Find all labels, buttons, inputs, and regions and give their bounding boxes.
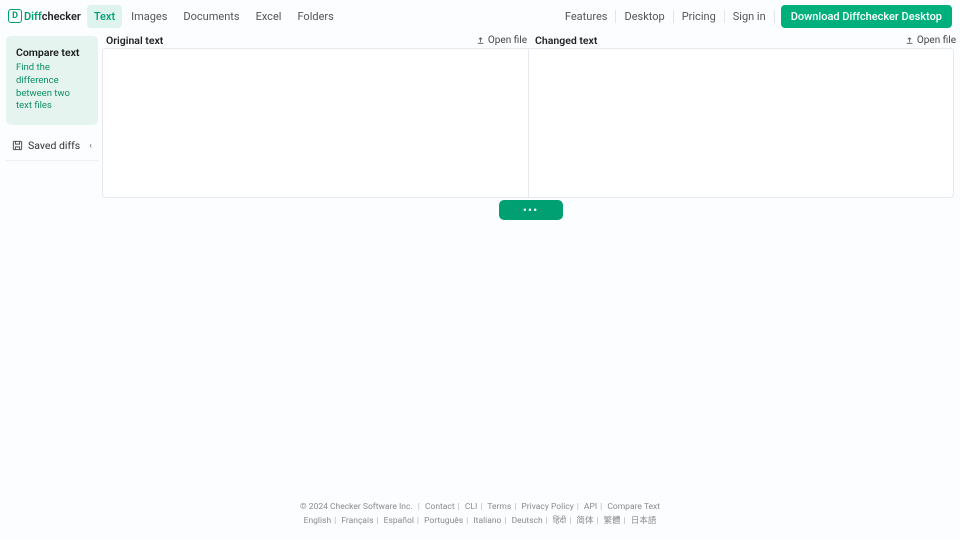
editor-area: Original text Open file Changed text Ope…: [102, 32, 960, 500]
lang-japanese[interactable]: 日本語: [631, 516, 657, 526]
nav-folders[interactable]: Folders: [290, 5, 340, 28]
action-row: •••: [102, 200, 960, 220]
find-difference-button[interactable]: •••: [499, 200, 563, 220]
nav-secondary: Features Desktop Pricing Sign in Downloa…: [557, 5, 952, 28]
upload-icon: [905, 36, 914, 45]
footer-privacy[interactable]: Privacy Policy: [521, 502, 573, 512]
logo-text-diff: Diff: [24, 10, 42, 23]
pane-headers: Original text Open file Changed text Ope…: [102, 32, 960, 48]
lang-english[interactable]: English: [304, 516, 332, 526]
lang-francais[interactable]: Français: [341, 516, 373, 526]
original-textarea[interactable]: [103, 49, 528, 197]
chevron-left-icon: ‹: [89, 141, 92, 151]
original-header: Original text Open file: [102, 32, 531, 48]
download-desktop-button[interactable]: Download Diffchecker Desktop: [781, 5, 952, 28]
footer-links-row: © 2024 Checker Software Inc. | Contact| …: [0, 502, 960, 512]
nav-documents[interactable]: Documents: [176, 5, 246, 28]
footer-contact[interactable]: Contact: [425, 502, 455, 512]
nav-features[interactable]: Features: [557, 10, 617, 23]
main: Compare text Find the difference between…: [0, 32, 960, 500]
footer-api[interactable]: API: [584, 502, 597, 512]
nav-pricing[interactable]: Pricing: [674, 10, 725, 23]
sidebar-panel-desc: Find the difference between two text fil…: [16, 62, 88, 113]
sidebar: Compare text Find the difference between…: [0, 32, 102, 500]
lang-traditional-chinese[interactable]: 繁體: [604, 516, 621, 526]
changed-header: Changed text Open file: [531, 32, 960, 48]
lang-espanol[interactable]: Español: [384, 516, 414, 526]
lang-deutsch[interactable]: Deutsch: [512, 516, 543, 526]
logo-text-checker: checker: [42, 10, 81, 23]
open-file-changed-label: Open file: [917, 35, 956, 46]
upload-icon: [476, 36, 485, 45]
nav-images[interactable]: Images: [124, 5, 174, 28]
original-pane: [103, 49, 528, 197]
topbar: D Diffchecker Text Images Documents Exce…: [0, 0, 960, 32]
lang-hindi[interactable]: हिंदी: [553, 516, 566, 526]
lang-portugues[interactable]: Português: [424, 516, 463, 526]
changed-textarea[interactable]: [529, 49, 954, 197]
logo[interactable]: D Diffchecker: [8, 9, 81, 23]
logo-badge-icon: D: [8, 9, 22, 23]
nav-desktop[interactable]: Desktop: [616, 10, 673, 23]
changed-label: Changed text: [535, 34, 597, 47]
changed-pane: [528, 49, 954, 197]
sidebar-saved-label: Saved diffs: [28, 139, 80, 152]
sidebar-panel-title: Compare text: [16, 46, 88, 59]
lang-italiano[interactable]: Italiano: [473, 516, 501, 526]
footer-terms[interactable]: Terms: [487, 502, 511, 512]
footer-langs-row: English| Français| Español| Português| I…: [0, 514, 960, 526]
open-file-original[interactable]: Open file: [476, 35, 527, 46]
sidebar-saved-diffs[interactable]: Saved diffs ‹: [6, 131, 98, 161]
open-file-original-label: Open file: [488, 35, 527, 46]
nav-excel[interactable]: Excel: [249, 5, 289, 28]
footer-compare-text[interactable]: Compare Text: [607, 502, 660, 512]
footer: © 2024 Checker Software Inc. | Contact| …: [0, 500, 960, 526]
nav-text[interactable]: Text: [87, 5, 122, 28]
footer-cli[interactable]: CLI: [465, 502, 477, 512]
sidebar-panel-compare[interactable]: Compare text Find the difference between…: [6, 36, 98, 125]
nav-signin[interactable]: Sign in: [725, 10, 775, 23]
editor-panes: [102, 48, 954, 198]
nav-primary: Text Images Documents Excel Folders: [87, 5, 341, 28]
lang-simplified-chinese[interactable]: 简体: [576, 516, 593, 526]
save-icon: [12, 140, 23, 151]
open-file-changed[interactable]: Open file: [905, 35, 956, 46]
footer-copyright: © 2024 Checker Software Inc.: [300, 502, 413, 512]
original-label: Original text: [106, 34, 163, 47]
